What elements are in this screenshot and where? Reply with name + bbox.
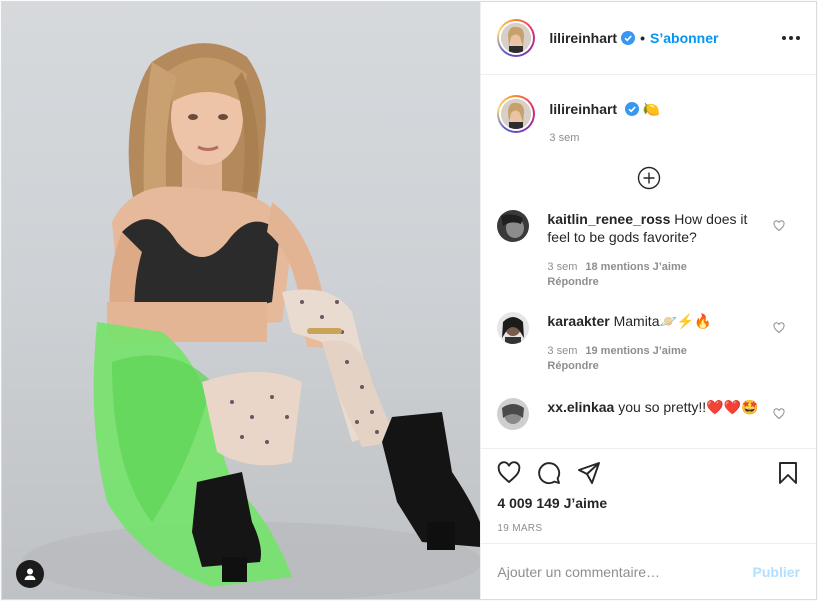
comment-username[interactable]: kaitlin_renee_ross <box>547 211 670 227</box>
photo-illustration <box>22 43 481 599</box>
post-actions: 4 009 149 J’aime 19 MARS <box>481 448 816 543</box>
avatar[interactable] <box>497 398 530 430</box>
comment-text: Mamita🪐⚡🔥 <box>613 313 712 329</box>
comment-item: kaitlin_renee_ross How does it feel to b… <box>481 210 816 290</box>
comment-username[interactable]: xx.elinkaa <box>547 399 614 415</box>
reply-button[interactable]: Répondre <box>547 359 767 374</box>
more-options-icon[interactable] <box>782 30 800 46</box>
likes-count[interactable]: 4 009 149 J’aime <box>497 495 800 511</box>
avatar <box>501 23 532 53</box>
add-comment-bar: Publier <box>481 543 816 599</box>
caption-text: 🍋 <box>642 101 661 117</box>
like-comment-heart-icon[interactable] <box>773 220 785 232</box>
author-avatar-story-ring[interactable] <box>497 19 536 57</box>
user-tag-icon <box>24 568 36 580</box>
post-header: lilireinhart • S’abonner <box>481 2 816 75</box>
save-icon[interactable] <box>776 461 800 485</box>
user-tag-button[interactable] <box>16 560 44 588</box>
comment-item: karaakter Mamita🪐⚡🔥 3 sem 19 mentions J’a… <box>481 312 816 374</box>
caption-username[interactable]: lilireinhart <box>549 101 617 117</box>
comment-time[interactable]: 3 sem <box>547 261 577 273</box>
post-dialog: lilireinhart • S’abonner lilireinhart 🍋 … <box>1 1 817 600</box>
comment-icon[interactable] <box>537 461 561 485</box>
like-comment-heart-icon[interactable] <box>773 322 785 334</box>
avatar <box>501 99 532 129</box>
comments-section[interactable]: lilireinhart 🍋 3 sem kaitlin_renee_ross … <box>481 75 816 448</box>
comment-text: you so pretty!!❤️❤️🤩 <box>618 399 759 415</box>
comment-item: xx.elinkaa you so pretty!!❤️❤️🤩 <box>481 398 816 430</box>
load-more-comments-icon <box>637 166 660 190</box>
avatar[interactable] <box>497 312 530 344</box>
like-comment-heart-icon[interactable] <box>773 408 785 420</box>
comment-input[interactable] <box>497 563 753 580</box>
load-more-comments-button[interactable] <box>481 166 816 190</box>
caption-time[interactable]: 3 sem <box>549 132 660 144</box>
avatar[interactable] <box>497 210 530 242</box>
heart-icon[interactable] <box>497 461 521 485</box>
follow-button[interactable]: S’abonner <box>650 30 718 46</box>
author-username[interactable]: lilireinhart <box>549 30 617 46</box>
publish-button[interactable]: Publier <box>753 564 800 580</box>
comment-likes[interactable]: 19 mentions J’aime <box>585 345 687 357</box>
verified-badge-icon <box>624 102 639 116</box>
caption-avatar-story-ring[interactable] <box>497 95 536 133</box>
post-date[interactable]: 19 MARS <box>497 523 800 534</box>
comment-username[interactable]: karaakter <box>547 313 609 329</box>
post-caption: lilireinhart 🍋 3 sem <box>481 75 816 144</box>
reply-button[interactable]: Répondre <box>547 275 767 290</box>
separator-dot: • <box>640 30 645 46</box>
verified-badge-icon <box>621 31 636 45</box>
comment-likes[interactable]: 18 mentions J’aime <box>585 261 687 273</box>
share-icon[interactable] <box>577 461 601 485</box>
post-details-panel: lilireinhart • S’abonner lilireinhart 🍋 … <box>480 2 816 599</box>
post-photo[interactable] <box>2 2 481 599</box>
comment-time[interactable]: 3 sem <box>547 345 577 357</box>
